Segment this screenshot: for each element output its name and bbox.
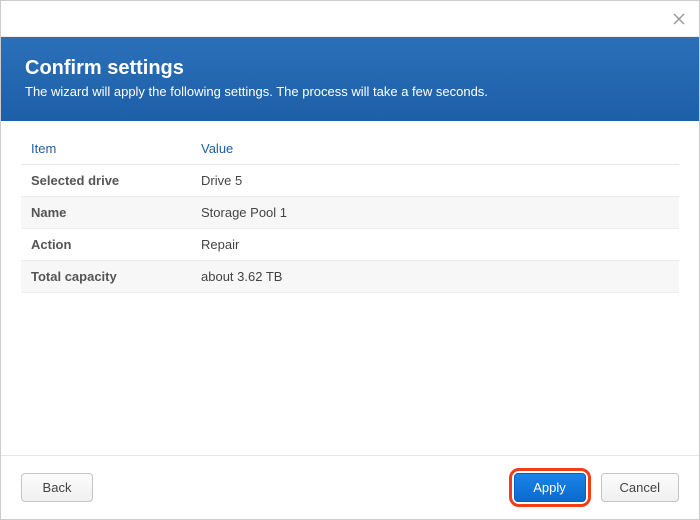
dialog-subtitle: The wizard will apply the following sett… (25, 84, 675, 99)
titlebar (1, 1, 699, 37)
table-row: Total capacity about 3.62 TB (21, 261, 679, 293)
back-button[interactable]: Back (21, 473, 93, 502)
confirm-settings-dialog: Confirm settings The wizard will apply t… (0, 0, 700, 520)
col-header-item: Item (21, 133, 191, 165)
apply-button[interactable]: Apply (514, 473, 586, 502)
row-value: Repair (191, 229, 679, 261)
row-item: Action (21, 229, 191, 261)
dialog-footer: Back Apply Cancel (1, 455, 699, 519)
row-item: Name (21, 197, 191, 229)
cancel-button[interactable]: Cancel (601, 473, 679, 502)
row-item: Selected drive (21, 165, 191, 197)
close-icon[interactable] (669, 9, 689, 29)
row-item: Total capacity (21, 261, 191, 293)
table-row: Action Repair (21, 229, 679, 261)
row-value: Drive 5 (191, 165, 679, 197)
row-value: Storage Pool 1 (191, 197, 679, 229)
dialog-header: Confirm settings The wizard will apply t… (1, 37, 699, 121)
dialog-content: Item Value Selected drive Drive 5 Name S… (1, 121, 699, 455)
col-header-value: Value (191, 133, 679, 165)
settings-table: Item Value Selected drive Drive 5 Name S… (21, 133, 679, 293)
dialog-title: Confirm settings (25, 57, 675, 80)
apply-highlight: Apply (509, 468, 591, 507)
table-row: Name Storage Pool 1 (21, 197, 679, 229)
row-value: about 3.62 TB (191, 261, 679, 293)
table-row: Selected drive Drive 5 (21, 165, 679, 197)
